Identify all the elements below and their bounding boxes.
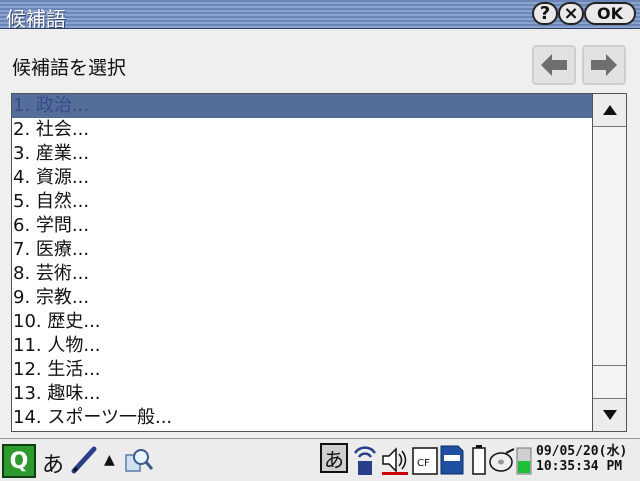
previous-button[interactable] xyxy=(532,45,576,85)
scroll-track[interactable] xyxy=(593,127,626,366)
list-item[interactable]: 1. 政治... xyxy=(12,94,593,118)
scroll-down-button[interactable] xyxy=(593,398,626,431)
arrow-right-icon xyxy=(591,54,617,76)
scroll-up-button[interactable] xyxy=(593,94,626,127)
list-item[interactable]: 2. 社会... xyxy=(12,118,593,142)
battery-icon xyxy=(472,445,486,475)
title-bar: 候補語 ? × OK xyxy=(0,0,640,31)
list-item[interactable]: 4. 資源... xyxy=(12,166,593,190)
dialog-panel: 候補語を選択 1. 政治... 2. 社会... 3. 産業... 4. 資源... 5… xyxy=(0,29,640,438)
speaker-icon[interactable] xyxy=(380,445,410,475)
list-item[interactable]: 14. スポーツ一般... xyxy=(12,406,593,430)
list-item[interactable]: 10. 歴史... xyxy=(12,310,593,334)
ok-button[interactable]: OK xyxy=(584,2,636,25)
triangle-down-icon xyxy=(602,410,617,420)
date-text: 09/05/20(水) xyxy=(536,444,628,459)
close-button[interactable]: × xyxy=(558,2,584,25)
list-item[interactable]: 11. 人物... xyxy=(12,334,593,358)
triangle-up-icon xyxy=(602,105,617,115)
prompt-label: 候補語を選択 xyxy=(12,57,127,79)
clock: 09/05/20(水) 10:35:34 PM xyxy=(536,444,627,474)
arrow-left-icon xyxy=(541,54,567,76)
sd-card-icon[interactable] xyxy=(440,445,464,475)
zoom-icon[interactable] xyxy=(124,445,154,475)
list-item[interactable]: 5. 自然... xyxy=(12,190,593,214)
pen-icon[interactable] xyxy=(70,445,98,475)
candidate-rows: 1. 政治... 2. 社会... 3. 産業... 4. 資源... 5. 自然...… xyxy=(12,94,593,430)
window-title: 候補語 xyxy=(6,7,66,31)
storage-gauge-icon xyxy=(516,447,532,475)
list-item[interactable]: 7. 医療... xyxy=(12,238,593,262)
ime-mode[interactable]: あ xyxy=(42,447,64,479)
list-item[interactable]: 13. 趣味... xyxy=(12,382,593,406)
list-item[interactable]: 12. 生活... xyxy=(12,358,593,382)
next-button[interactable] xyxy=(582,45,626,85)
disc-icon[interactable] xyxy=(488,447,516,473)
q-menu-icon[interactable]: Q xyxy=(2,444,36,478)
list-item[interactable]: 6. 学問... xyxy=(12,214,593,238)
cf-card-icon[interactable]: CF xyxy=(412,447,438,475)
scrollbar[interactable] xyxy=(592,94,626,431)
taskbar: Q あ ▲ あ CF 09/05/20(水) 10:35:34 PM xyxy=(0,438,640,481)
list-item[interactable]: 9. 宗教... xyxy=(12,286,593,310)
svg-text:CF: CF xyxy=(417,458,430,469)
wireless-icon[interactable] xyxy=(352,443,378,477)
caret-up-icon[interactable]: ▲ xyxy=(104,452,115,468)
input-mode-icon[interactable]: あ xyxy=(320,443,348,473)
help-button[interactable]: ? xyxy=(532,2,558,25)
candidate-list[interactable]: 1. 政治... 2. 社会... 3. 産業... 4. 資源... 5. 自然...… xyxy=(11,93,627,432)
list-item[interactable]: 3. 産業... xyxy=(12,142,593,166)
time-text: 10:35:34 PM xyxy=(536,459,623,474)
list-item[interactable]: 8. 芸術... xyxy=(12,262,593,286)
